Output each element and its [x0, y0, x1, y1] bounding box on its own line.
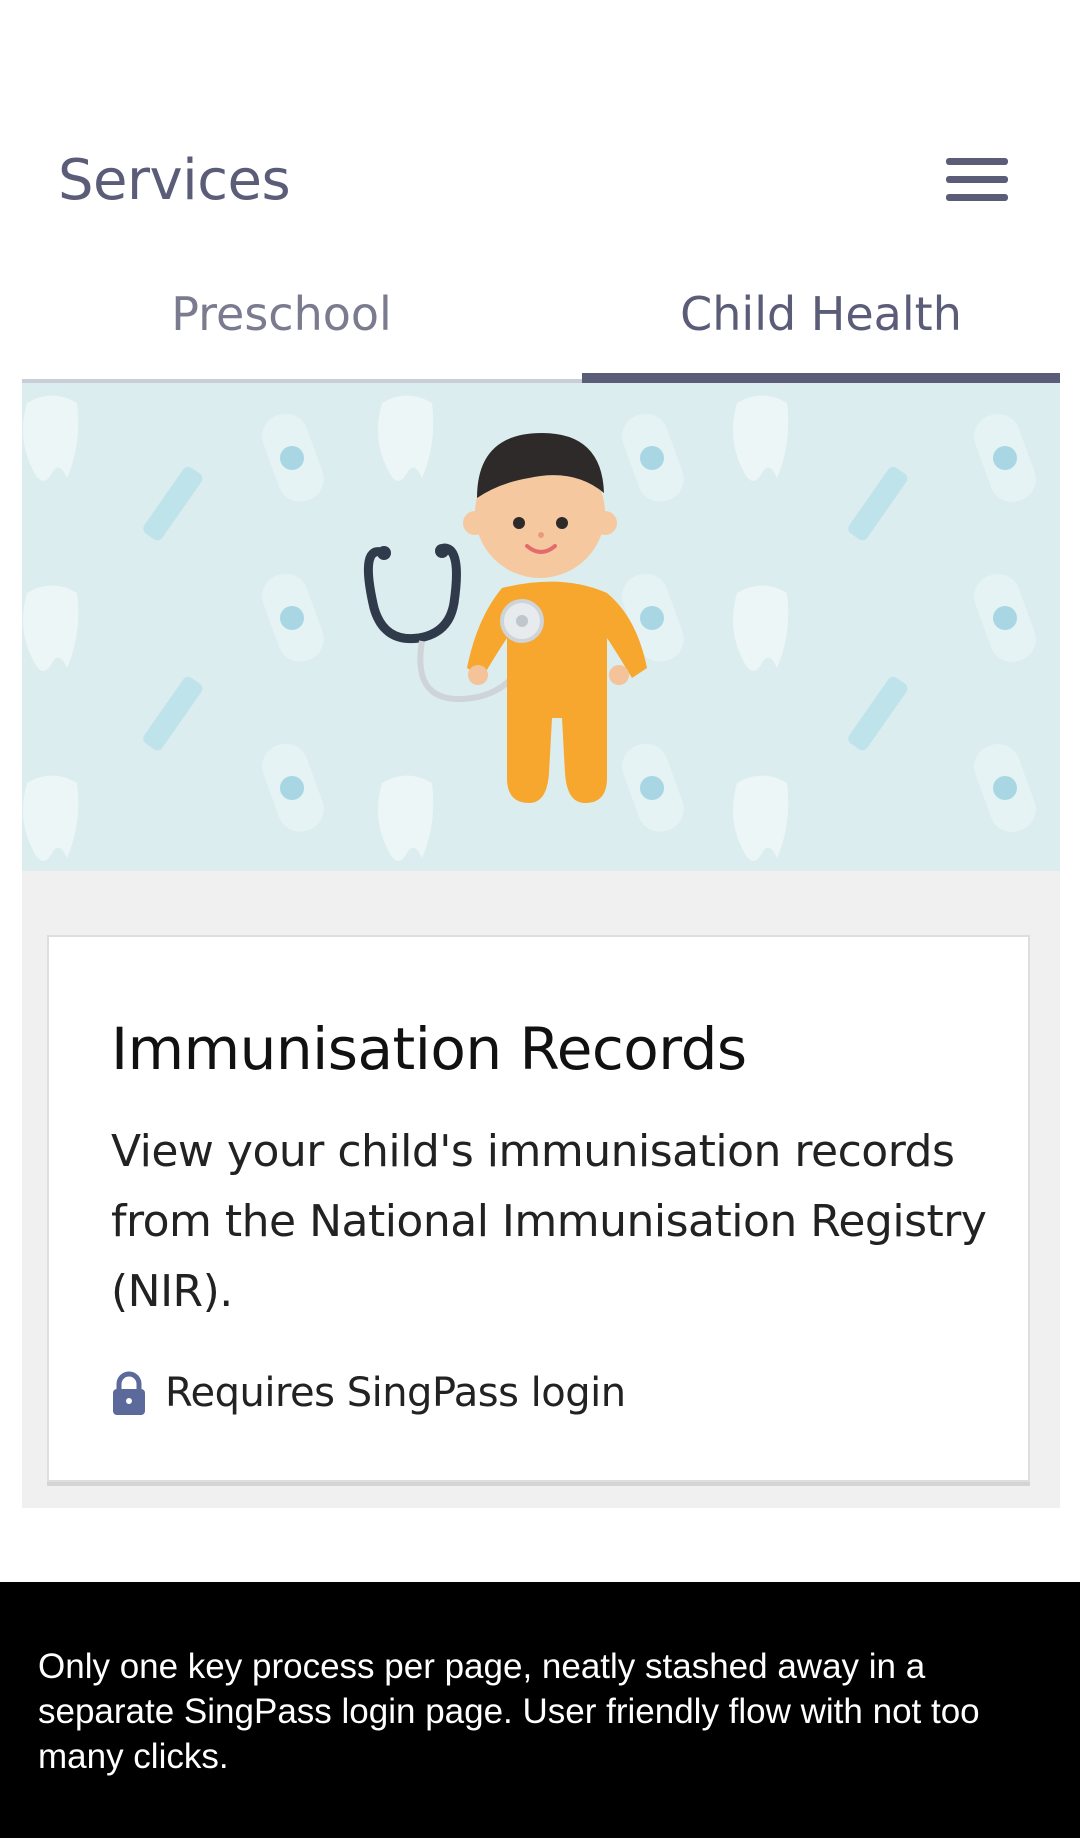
card-title: Immunisation Records	[111, 1015, 747, 1083]
active-tab-indicator	[582, 373, 1060, 383]
caption-panel: Only one key process per page, neatly st…	[0, 1582, 1080, 1838]
caption-text: Only one key process per page, neatly st…	[38, 1647, 980, 1776]
immunisation-records-card[interactable]: Immunisation Records View your child's i…	[47, 935, 1030, 1482]
page-title: Services	[58, 148, 291, 213]
lock-icon	[113, 1371, 145, 1415]
hamburger-menu-icon[interactable]	[944, 152, 1010, 206]
baby-with-stethoscope-illustration	[23, 395, 1036, 861]
login-note: Requires SingPass login	[165, 1370, 626, 1416]
tab-preschool[interactable]: Preschool	[22, 275, 541, 375]
login-requirement: Requires SingPass login	[111, 1367, 626, 1419]
tab-bar: Preschool Child Health	[22, 275, 1060, 383]
child-health-banner	[22, 383, 1060, 871]
tab-child-health[interactable]: Child Health	[582, 275, 1060, 375]
app-header: Services	[0, 140, 1080, 220]
card-description: View your child's immunisation records f…	[111, 1126, 987, 1317]
